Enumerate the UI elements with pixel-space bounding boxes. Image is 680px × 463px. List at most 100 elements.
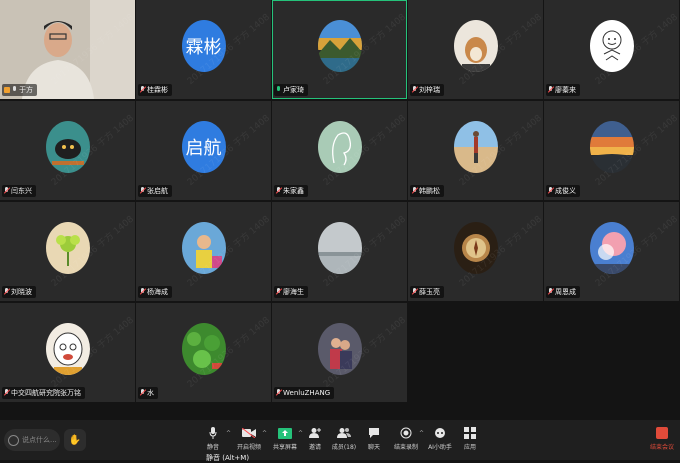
mic-muted-icon [548, 288, 553, 296]
participant-name-label: 杨海成 [138, 286, 172, 298]
participant-name: 杨海成 [147, 288, 168, 296]
participant-name: 于方 [19, 86, 33, 94]
apps-button[interactable]: 应用 [455, 426, 485, 456]
participant-avatar [181, 322, 226, 375]
participant-tile[interactable]: 2017171936 于方 1408于方 [0, 0, 135, 99]
end-recording-button[interactable]: 结束录制 [391, 426, 421, 456]
share-label: 共享屏幕 [272, 444, 297, 451]
participant-avatar [317, 221, 362, 274]
participant-tile[interactable]: 2017171936 于方 1408 刘晓波 [0, 202, 135, 301]
members-button[interactable]: 成员(18) [329, 426, 359, 456]
chat-input[interactable]: 说点什么... [4, 429, 60, 451]
participant-tile[interactable]: 2017171936 于方 1408 杨海成 [136, 202, 271, 301]
participant-name: 刘晓波 [11, 288, 32, 296]
mic-muted-icon [140, 187, 145, 195]
participant-name-label: 韩鹏松 [410, 185, 444, 197]
mic-muted-icon [412, 187, 417, 195]
record-label: 结束录制 [393, 444, 418, 451]
mic-muted-icon [140, 389, 145, 397]
participant-name: 卢家琦 [283, 86, 304, 94]
raise-hand-button[interactable]: ✋ [64, 429, 86, 451]
participant-tile[interactable]: 2017171936 于方 1408 薛玉亮 [408, 202, 543, 301]
participant-tile[interactable]: 2017171936 于方 1408 闫东兴 [0, 101, 135, 200]
participant-name-label: 廖海生 [274, 286, 308, 298]
exit-icon [656, 427, 668, 439]
participant-name: 成俊义 [555, 187, 576, 195]
participant-name-label: WenluZHANG [274, 387, 335, 399]
mic-muted-icon [4, 389, 9, 397]
participant-tile[interactable]: 2017171936 于方 1408 韩鹏松 [408, 101, 543, 200]
ai-assistant-label: AI小助手 [428, 444, 452, 451]
participant-name-label: 刘梓瑞 [410, 84, 444, 96]
participant-tile[interactable]: 2017171936 于方 1408 刘梓瑞 [408, 0, 543, 99]
mic-icon [205, 426, 221, 440]
chat-icon [366, 426, 382, 440]
participant-name-label: 闫东兴 [2, 185, 36, 197]
participant-name: 廖海生 [283, 288, 304, 296]
mic-muted-icon [276, 187, 281, 195]
chat-label: 聊天 [367, 444, 380, 451]
members-icon [336, 426, 352, 440]
mic-muted-icon [412, 288, 417, 296]
participant-name-label: 刘晓波 [2, 286, 36, 298]
participant-tile[interactable]: 霖彬 2017171936 于方 1408 桂霖彬 [136, 0, 271, 99]
participant-tile[interactable]: 2017171936 于方 1408 卢家琦 [272, 0, 407, 99]
apps-icon [462, 426, 478, 440]
mic-muted-icon [548, 187, 553, 195]
participant-name: 中交四航研究院张万铭 [11, 389, 81, 397]
record-icon [398, 426, 414, 440]
mic-muted-icon [548, 86, 553, 94]
participant-tile[interactable]: 2017171936 于方 1408 成俊义 [544, 101, 679, 200]
mute-label: 静音 [206, 444, 219, 451]
invite-label: 邀请 [308, 444, 321, 451]
participant-tile[interactable]: 2017171936 于方 1408 朱家鑫 [272, 101, 407, 200]
participant-tile[interactable]: 2017171936 于方 1408 廖蓁来 [544, 0, 679, 99]
participant-tile[interactable]: 2017171936 于方 1408 WenluZHANG [272, 303, 407, 402]
participant-name: 周恩成 [555, 288, 576, 296]
participant-tile[interactable]: 2017171936 于方 1408 水 [136, 303, 271, 402]
participant-name-label: 廖蓁来 [546, 84, 580, 96]
participant-avatar: 霖彬 [181, 19, 226, 72]
end-meeting-button[interactable]: 结束会议 [648, 426, 676, 456]
participant-avatar [589, 120, 634, 173]
mute-options-chevron-icon[interactable]: ^ [226, 430, 231, 437]
invite-button[interactable]: 邀请 [300, 426, 330, 456]
participant-tile[interactable]: 2017171936 于方 1408 中交四航研究院张万铭 [0, 303, 135, 402]
participant-name-label: 卢家琦 [274, 84, 308, 96]
participant-name: 桂霖彬 [147, 86, 168, 94]
participant-name: 刘梓瑞 [419, 86, 440, 94]
participant-avatar [317, 120, 362, 173]
mic-muted-icon [140, 288, 145, 296]
share-screen-icon [277, 426, 293, 440]
mic-muted-icon [412, 86, 417, 94]
participant-name-label: 桂霖彬 [138, 84, 172, 96]
participant-tile[interactable]: 2017171936 于方 1408 周恩成 [544, 202, 679, 301]
participant-name-label: 周恩成 [546, 286, 580, 298]
chat-button[interactable]: 聊天 [359, 426, 389, 456]
participant-avatar [45, 322, 90, 375]
participant-name: WenluZHANG [283, 389, 331, 397]
hand-icon: ✋ [68, 434, 82, 446]
participant-name-label: 水 [138, 387, 158, 399]
ai-assistant-button[interactable]: AI小助手 [425, 426, 455, 456]
participant-avatar [589, 221, 634, 274]
participant-avatar [589, 19, 634, 72]
video-options-chevron-icon[interactable]: ^ [262, 430, 267, 437]
host-badge-icon [4, 87, 10, 93]
participant-avatar [181, 221, 226, 274]
record-options-chevron-icon[interactable]: ^ [419, 430, 424, 437]
participant-name-label: 张启航 [138, 185, 172, 197]
participant-tile[interactable]: 2017171936 于方 1408 廖海生 [272, 202, 407, 301]
participant-name: 韩鹏松 [419, 187, 440, 195]
participant-avatar [453, 120, 498, 173]
participant-tile[interactable]: 启航 2017171936 于方 1408 张启航 [136, 101, 271, 200]
mute-button[interactable]: 静音 [198, 426, 228, 456]
participant-avatar [45, 120, 90, 173]
apps-label: 应用 [463, 444, 476, 451]
chat-placeholder: 说点什么... [22, 436, 57, 444]
participant-name: 薛玉亮 [419, 288, 440, 296]
share-screen-button[interactable]: 共享屏幕 [270, 426, 300, 456]
start-video-button[interactable]: 开启视频 [234, 426, 264, 456]
participant-avatar [45, 221, 90, 274]
video-grid: 2017171936 于方 1408于方霖彬2017171936 于方 1408… [0, 0, 680, 408]
